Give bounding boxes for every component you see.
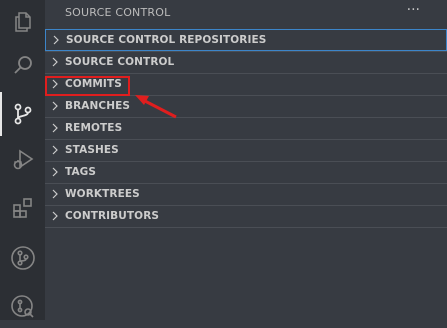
annotation-arrow (135, 95, 177, 119)
